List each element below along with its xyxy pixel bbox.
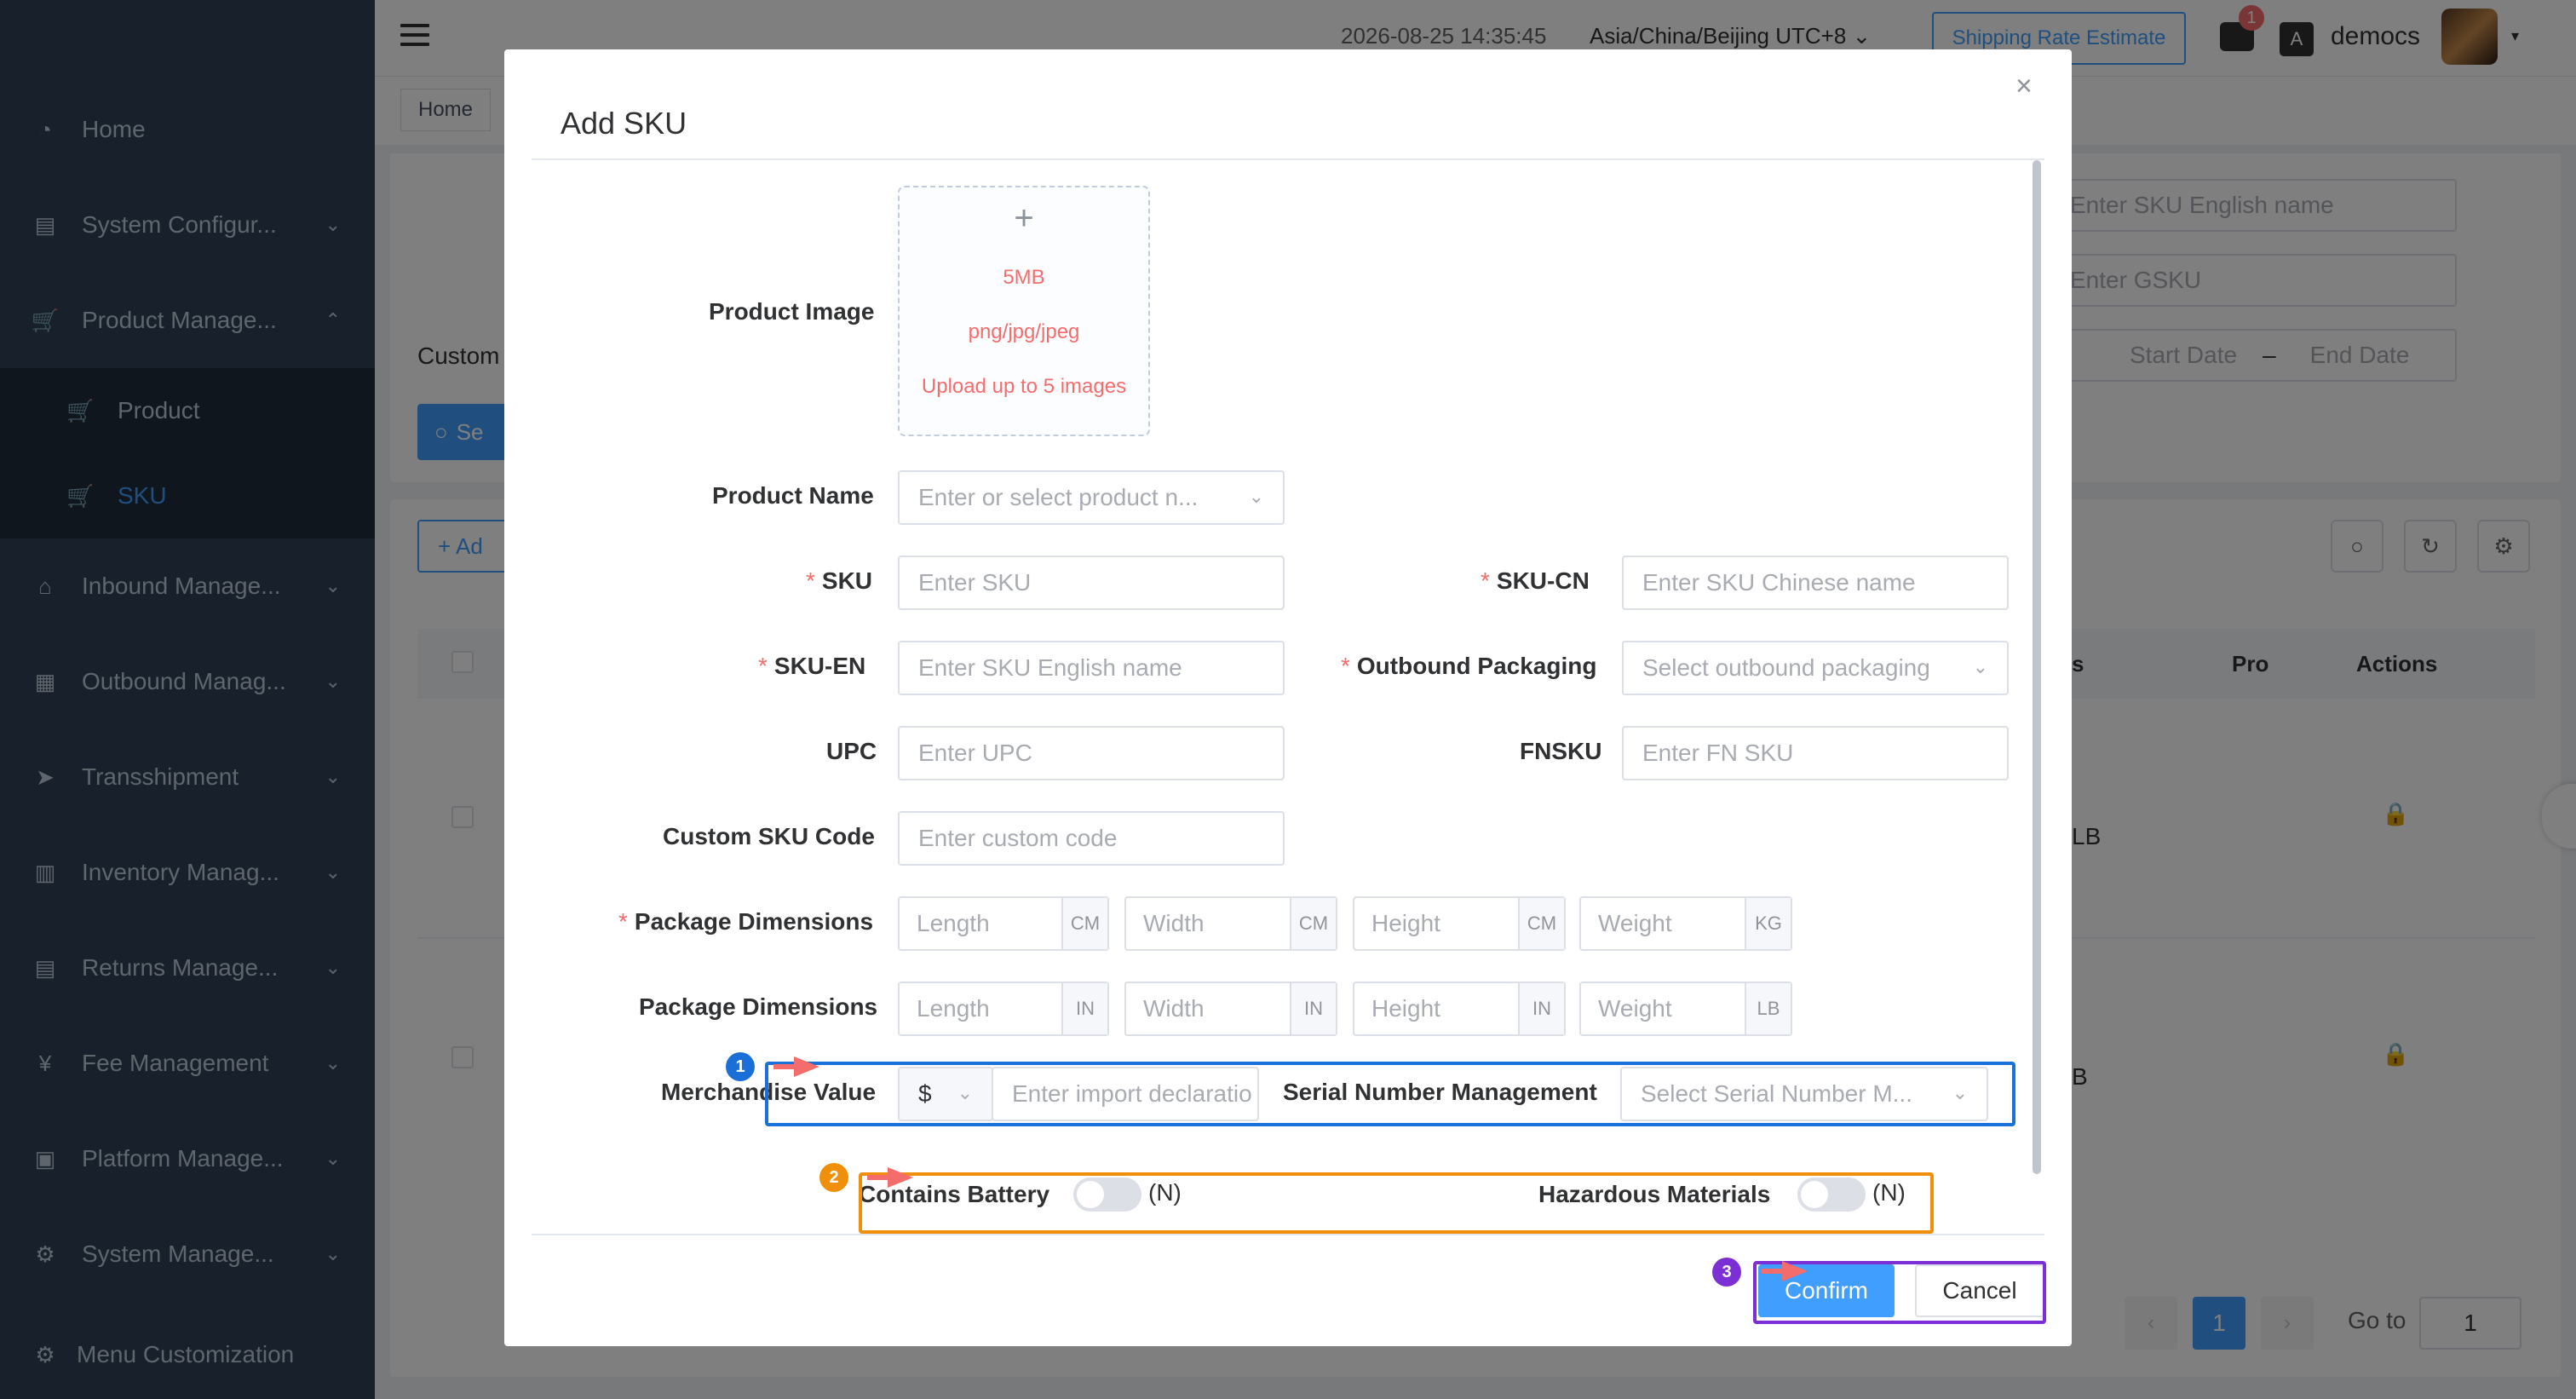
annotation-badge-2: 2 xyxy=(819,1163,848,1192)
unit-label: IN xyxy=(1061,983,1107,1034)
upc-input[interactable]: Enter UPC xyxy=(898,726,1285,780)
plus-icon: + xyxy=(1014,199,1034,237)
outbound-packaging-label: * Outbound Packaging xyxy=(1341,653,1597,679)
height-in-input[interactable]: Height IN xyxy=(1353,982,1566,1036)
image-upload-area[interactable]: + 5MB png/jpg/jpeg Upload up to 5 images xyxy=(898,186,1150,436)
product-name-label: Product Name xyxy=(712,482,874,509)
divider xyxy=(532,158,2044,160)
product-image-label: Product Image xyxy=(709,298,875,325)
product-name-placeholder: Enter or select product n... xyxy=(918,484,1199,510)
unit-label: CM xyxy=(1061,898,1107,949)
required-mark: * xyxy=(1341,653,1350,679)
sku-label: * SKU xyxy=(806,567,873,594)
height-cm-input[interactable]: Height CM xyxy=(1353,896,1566,951)
length-cm-input[interactable]: Length CM xyxy=(898,896,1109,951)
divider xyxy=(532,1234,2044,1235)
package-dimensions-metric-label: * Package Dimensions xyxy=(618,908,874,935)
close-icon[interactable]: × xyxy=(2015,70,2033,103)
add-sku-dialog: Add SKU × Product Image + 5MB png/jpg/jp… xyxy=(504,49,2072,1346)
fnsku-input[interactable]: Enter FN SKU xyxy=(1622,726,2009,780)
upc-label: UPC xyxy=(826,738,877,764)
annotation-badge-3: 3 xyxy=(1712,1258,1741,1287)
arrow-icon xyxy=(867,1167,913,1188)
scrollbar[interactable] xyxy=(2033,160,2041,1174)
product-name-select[interactable]: Enter or select product n... ⌄ xyxy=(898,470,1285,525)
dialog-title: Add SKU xyxy=(561,106,687,141)
sku-en-label: * SKU-EN xyxy=(758,653,866,679)
unit-label: CM xyxy=(1290,898,1336,949)
chevron-down-icon: ⌄ xyxy=(1248,486,1264,507)
required-mark: * xyxy=(618,908,628,935)
custom-sku-code-input[interactable]: Enter custom code xyxy=(898,811,1285,866)
upload-size-hint: 5MB xyxy=(1003,266,1045,289)
upload-type-hint: png/jpg/jpeg xyxy=(968,320,1080,343)
length-in-input[interactable]: Length IN xyxy=(898,982,1109,1036)
unit-label: IN xyxy=(1518,983,1564,1034)
width-in-input[interactable]: Width IN xyxy=(1124,982,1337,1036)
annotation-box-1 xyxy=(765,1062,2015,1126)
sku-input[interactable]: Enter SKU xyxy=(898,556,1285,610)
required-mark: * xyxy=(806,567,815,594)
chevron-down-icon: ⌄ xyxy=(1972,656,1988,677)
upload-limit-hint: Upload up to 5 images xyxy=(921,375,1127,398)
arrow-icon xyxy=(773,1056,819,1077)
weight-kg-input[interactable]: Weight KG xyxy=(1579,896,1792,951)
unit-label: KG xyxy=(1745,898,1791,949)
outbound-packaging-placeholder: Select outbound packaging xyxy=(1642,654,1930,681)
annotation-box-2 xyxy=(859,1172,1934,1234)
unit-label: LB xyxy=(1745,983,1791,1034)
sku-en-input[interactable]: Enter SKU English name xyxy=(898,641,1285,695)
custom-sku-code-label: Custom SKU Code xyxy=(663,823,875,849)
outbound-packaging-select[interactable]: Select outbound packaging ⌄ xyxy=(1622,641,2009,695)
fnsku-label: FNSKU xyxy=(1520,738,1602,764)
width-cm-input[interactable]: Width CM xyxy=(1124,896,1337,951)
unit-label: IN xyxy=(1290,983,1336,1034)
required-mark: * xyxy=(1481,567,1490,594)
weight-lb-input[interactable]: Weight LB xyxy=(1579,982,1792,1036)
unit-label: CM xyxy=(1518,898,1564,949)
sku-cn-input[interactable]: Enter SKU Chinese name xyxy=(1622,556,2009,610)
annotation-badge-1: 1 xyxy=(726,1052,755,1081)
arrow-icon xyxy=(1762,1261,1808,1281)
required-mark: * xyxy=(758,653,768,679)
sku-cn-label: * SKU-CN xyxy=(1481,567,1590,594)
package-dimensions-imperial-label: Package Dimensions xyxy=(639,993,878,1020)
